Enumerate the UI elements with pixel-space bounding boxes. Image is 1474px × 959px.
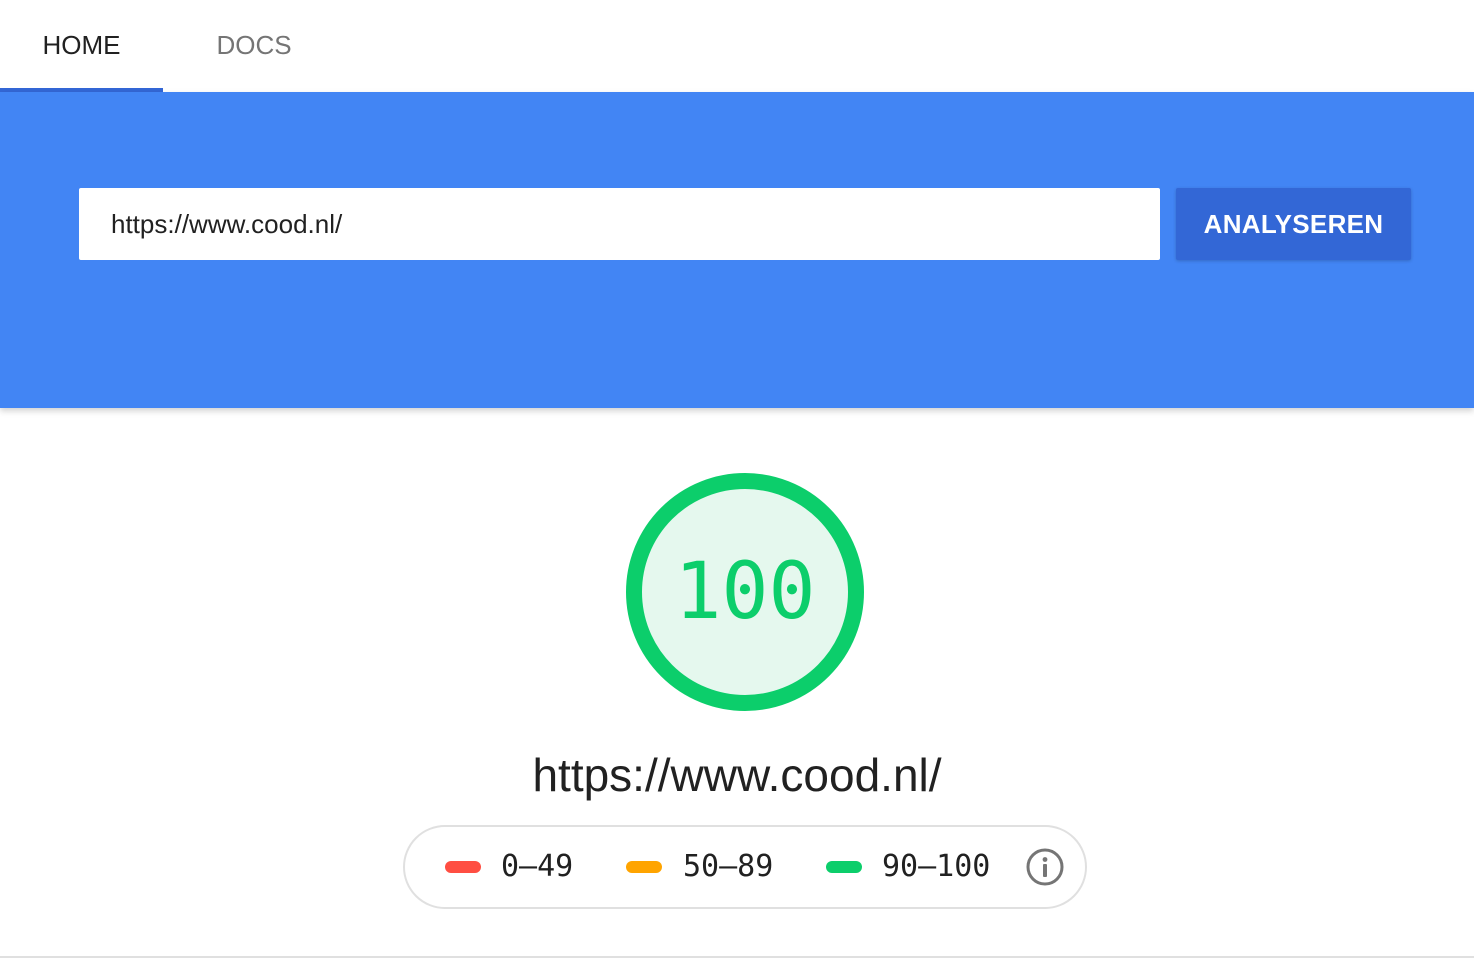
legend-pass-label: 90–100 <box>882 849 991 884</box>
report-url: https://www.cood.nl/ <box>532 749 942 801</box>
search-banner: ANALYSEREN <box>0 92 1474 408</box>
legend-pass-marker <box>826 861 862 873</box>
tab-home[interactable]: HOME <box>0 0 163 92</box>
bottom-divider <box>0 956 1474 958</box>
legend-fail-label: 0–49 <box>501 849 574 884</box>
url-input[interactable] <box>79 188 1160 260</box>
score-legend: 0–49 50–89 90–100 <box>403 825 1087 909</box>
tab-docs[interactable]: DOCS <box>163 0 345 92</box>
info-icon[interactable] <box>1025 847 1065 887</box>
legend-fail-marker <box>445 861 481 873</box>
tab-bar: HOME DOCS <box>0 0 1474 92</box>
legend-average-marker <box>626 861 662 873</box>
score-value: 100 <box>674 547 816 637</box>
legend-average-label: 50–89 <box>683 849 774 884</box>
analyze-button[interactable]: ANALYSEREN <box>1176 188 1411 260</box>
